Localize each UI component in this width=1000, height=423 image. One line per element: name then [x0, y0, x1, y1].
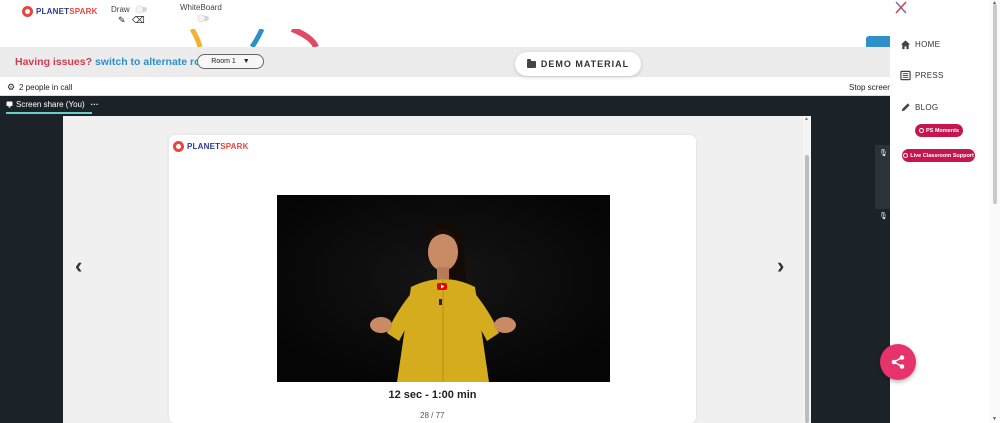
draw-label: Draw — [111, 5, 130, 14]
room-selected-value: Room 1 — [211, 58, 236, 65]
issue-bar: Having issues? switch to alternate room … — [0, 47, 890, 77]
page-scrollbar[interactable]: ▲ ▼ — [990, 0, 1000, 423]
scroll-up-arrow-icon[interactable]: ▲ — [804, 116, 809, 122]
previous-slide-arrow-icon[interactable]: ‹ — [75, 253, 82, 279]
brand-name-part1: PLANET — [36, 7, 70, 16]
demo-material-label: DEMO MATERIAL — [540, 59, 630, 69]
support-icon — [903, 153, 909, 158]
menu-item-home[interactable]: HOME — [900, 39, 940, 50]
ps-moments-label: PS Moments — [925, 127, 959, 134]
home-icon — [900, 40, 911, 50]
menu-item-blog[interactable]: BLOG — [900, 102, 938, 113]
slide-brand-part1: PLANET — [187, 142, 221, 151]
speaker-figure — [277, 195, 610, 382]
live-classroom-support-label: Live Classroom Support — [910, 152, 974, 159]
screen-share-label: Screen share (You) — [16, 100, 85, 109]
top-toolbar: PLANETSPARK Draw ✎ ⌫ WhiteBoard — [0, 0, 890, 29]
microphone-icon[interactable]: 🎙 — [879, 149, 888, 157]
brand-logo: PLANETSPARK — [22, 6, 98, 17]
menu-item-press[interactable]: PRESS — [900, 70, 944, 81]
slide-timer: 12 sec - 1:00 min — [388, 389, 477, 401]
close-icon[interactable] — [893, 0, 909, 16]
microphone-icon-2[interactable]: 🎙 — [879, 212, 888, 220]
gear-icon[interactable]: ⚙ — [7, 82, 15, 93]
screen-share-tab[interactable]: Screen share (You) ··· — [6, 100, 99, 109]
viewer-scroll-thumb[interactable] — [805, 155, 809, 423]
more-options-icon[interactable]: ··· — [91, 100, 99, 109]
issue-message: Having issues? switch to alternate room — [15, 56, 216, 68]
screen-share-icon — [6, 101, 13, 108]
menu-item-home-label: HOME — [915, 40, 941, 49]
stop-screen-button[interactable]: Stop screen — [849, 83, 892, 92]
chevron-down-icon: ▼ — [242, 58, 250, 65]
logo-icon — [22, 6, 33, 17]
record-icon — [918, 128, 924, 133]
eraser-tool-icon[interactable]: ⌫ — [132, 15, 145, 26]
decorative-swirl — [189, 29, 319, 47]
slide-brand-logo: PLANETSPARK — [173, 141, 249, 152]
menu-item-blog-label: BLOG — [915, 103, 939, 112]
next-slide-arrow-icon[interactable]: › — [777, 253, 784, 279]
whiteboard-toggle[interactable] — [198, 15, 209, 22]
pencil-icon — [901, 103, 910, 112]
video-player[interactable]: ↗ — [277, 195, 610, 382]
draw-toggle[interactable] — [136, 6, 147, 13]
demo-material-button[interactable]: DEMO MATERIAL — [515, 52, 641, 76]
issue-text: Having issues? — [15, 56, 93, 68]
slide-brand-part2: SPARK — [220, 142, 249, 151]
menu-item-press-label: PRESS — [915, 71, 944, 80]
active-tab-indicator — [6, 112, 92, 114]
page-counter: 28 / 77 — [420, 411, 445, 420]
app-root: PLANETSPARK Draw ✎ ⌫ WhiteBoard Having i… — [0, 0, 1000, 423]
slide-logo-icon — [173, 141, 184, 152]
share-network-icon — [891, 355, 905, 369]
live-classroom-support-button[interactable]: Live Classroom Support — [902, 149, 975, 162]
room-select[interactable]: Room 1 ▼ — [197, 54, 264, 69]
newspaper-icon — [900, 70, 911, 81]
brand-name-part2: SPARK — [69, 7, 98, 16]
call-header: ⚙ 2 people in call Stop screen — [0, 79, 892, 96]
ps-moments-button[interactable]: PS Moments — [915, 124, 963, 137]
people-count: 2 people in call — [19, 83, 73, 92]
folder-icon — [526, 58, 536, 68]
page-scroll-down-icon[interactable]: ▼ — [992, 416, 997, 422]
whiteboard-label: WhiteBoard — [180, 3, 222, 12]
pencil-tool-icon[interactable]: ✎ — [118, 15, 126, 26]
page-scroll-thumb[interactable] — [993, 4, 997, 204]
share-fab-button[interactable] — [880, 344, 916, 380]
